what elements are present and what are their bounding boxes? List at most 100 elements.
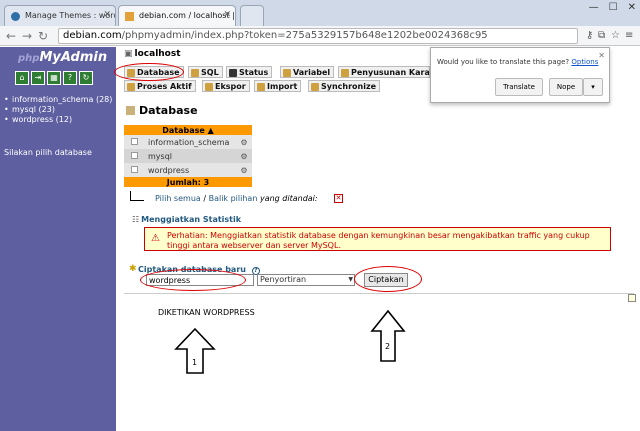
translate-bubble: Would you like to translate this page? O…	[430, 47, 610, 103]
page-title: Database	[126, 104, 198, 117]
url-host: debian.com	[63, 30, 122, 41]
arrow-1-label: 1	[192, 358, 197, 367]
chevron-down-icon: ▼	[348, 276, 353, 283]
row-checkbox[interactable]	[124, 149, 144, 163]
privileges-icon[interactable]: ⚙	[236, 163, 252, 177]
warning-box: ⚠ Perhatian: Menggiatkan statistik datab…	[144, 227, 611, 251]
tab-export[interactable]: Ekspor	[202, 80, 250, 92]
home-icon[interactable]: ⌂	[15, 71, 29, 85]
new-tab-button[interactable]	[240, 5, 264, 26]
browser-tab-phpmyadmin[interactable]: debian.com / localhost | p ✕	[118, 5, 236, 26]
tab-charsets[interactable]: Penyusunan Kara	[338, 66, 430, 78]
arrow-2-label: 2	[385, 342, 390, 351]
close-icon[interactable]: ✕	[103, 10, 111, 20]
tab-status[interactable]: Status	[226, 66, 273, 78]
db-link-wordpress[interactable]: wordpress (12)	[4, 115, 112, 125]
select-all-link[interactable]: Pilih semua	[155, 194, 201, 203]
processes-icon	[127, 83, 135, 91]
synchronize-icon	[311, 83, 319, 91]
reload-icon[interactable]: ↻	[38, 29, 48, 43]
translate-options-link[interactable]: Options	[571, 58, 598, 66]
server-breadcrumb[interactable]: ▣ localhost	[124, 49, 181, 59]
database-icon	[126, 106, 135, 115]
reload-nav-icon[interactable]: ↻	[79, 71, 93, 85]
db-link-information-schema[interactable]: information_schema (28)	[4, 95, 112, 105]
tab-label: debian.com / localhost | p	[139, 11, 236, 20]
status-icon	[229, 69, 237, 77]
tab-sql[interactable]: SQL	[188, 66, 223, 78]
database-table: Database ▲ information_schema ⚙ mysql ⚙ …	[124, 125, 252, 187]
back-arrow-icon[interactable]: ←	[6, 29, 16, 43]
server-icon: ▣	[124, 49, 133, 59]
translate-button[interactable]: Translate	[495, 78, 543, 96]
translate-question: Would you like to translate this page? O…	[437, 58, 599, 66]
variables-icon	[283, 69, 291, 77]
nope-button[interactable]: Nope	[549, 78, 583, 96]
maximize-icon[interactable]: ☐	[609, 2, 618, 16]
statistics-icon: ☷	[132, 215, 140, 224]
tab-processes[interactable]: Proses Aktif	[124, 80, 196, 92]
new-database-icon: ✱	[129, 264, 137, 274]
pma-logo[interactable]: phpMyAdmin	[18, 50, 107, 65]
translate-icon[interactable]: ⧉	[598, 30, 605, 41]
sort-up-icon: ▲	[207, 125, 214, 135]
annotation-arrow-up-1-icon: 1	[174, 327, 216, 374]
drop-icon[interactable]: ✕	[334, 194, 343, 203]
phpmyadmin-favicon-icon	[125, 12, 134, 21]
privileges-icon[interactable]: ⚙	[236, 149, 252, 163]
annotation-oval-name-input	[140, 269, 246, 291]
tab-variables[interactable]: Variabel	[280, 66, 335, 78]
logout-icon[interactable]: ⇥	[31, 71, 45, 85]
url-path: /phpmyadmin/index.php?token=275a5329157b…	[121, 30, 488, 41]
table-total: Jumlah: 3	[124, 177, 252, 187]
window-controls: — ☐ ✕	[589, 2, 636, 16]
open-new-window-icon[interactable]	[628, 294, 636, 302]
tab-import[interactable]: Import	[254, 80, 302, 92]
sql-query-icon[interactable]: ▦	[47, 71, 61, 85]
annotation-note: DIKETIKAN WORDPRESS	[158, 308, 255, 317]
unselect-all-link[interactable]: Balik pilihan	[209, 194, 258, 203]
table-row: mysql ⚙	[124, 149, 252, 163]
chevron-down-icon: ▾	[591, 83, 595, 91]
database-list: information_schema (28) mysql (23) wordp…	[4, 95, 112, 125]
db-name-link[interactable]: mysql	[144, 149, 236, 163]
privileges-icon[interactable]: ⚙	[236, 135, 252, 149]
enable-statistics-link[interactable]: ☷ Menggiatkan Statistik	[132, 215, 241, 224]
close-window-icon[interactable]: ✕	[628, 2, 636, 16]
row-checkbox[interactable]	[124, 135, 144, 149]
collation-select[interactable]: Penyortiran ▼	[257, 274, 355, 286]
db-name-link[interactable]: wordpress	[144, 163, 236, 177]
browser-toolbar: ← → ↻ debian.com/phpmyadmin/index.php?to…	[0, 26, 640, 46]
charsets-icon	[341, 69, 349, 77]
minimize-icon[interactable]: —	[589, 2, 599, 16]
annotation-oval-create-button	[354, 266, 422, 292]
browser-tab-manage-themes[interactable]: Manage Themes : wordp ✕	[4, 5, 116, 26]
table-row: information_schema ⚙	[124, 135, 252, 149]
divider	[124, 293, 634, 294]
tab-synchronize[interactable]: Synchronize	[308, 80, 381, 92]
menu-icon[interactable]: ≡	[625, 30, 633, 41]
export-icon	[205, 83, 213, 91]
annotation-arrow-up-2-icon: 2	[370, 309, 406, 362]
nope-dropdown[interactable]: ▾	[583, 78, 603, 96]
annotation-oval-database-tab	[114, 63, 184, 81]
db-name-link[interactable]: information_schema	[144, 135, 236, 149]
docs-icon[interactable]: ?	[63, 71, 77, 85]
pma-navigation: phpMyAdmin ⌂ ⇥ ▦ ? ↻ information_schema …	[0, 47, 116, 431]
tab-label: Manage Themes : wordp	[25, 11, 116, 20]
db-link-mysql[interactable]: mysql (23)	[4, 105, 112, 115]
select-database-hint: Silakan pilih database	[4, 148, 92, 157]
row-checkbox[interactable]	[124, 163, 144, 177]
star-icon[interactable]: ☆	[611, 30, 620, 41]
sql-icon	[191, 69, 199, 77]
nav-icons: ⌂ ⇥ ▦ ? ↻	[15, 71, 93, 85]
close-icon[interactable]: ✕	[598, 51, 605, 60]
close-icon[interactable]: ✕	[223, 10, 231, 20]
select-arrow-icon	[130, 191, 144, 201]
forward-arrow-icon[interactable]: →	[22, 29, 32, 43]
address-bar[interactable]: debian.com/phpmyadmin/index.php?token=27…	[58, 28, 578, 44]
key-icon[interactable]: ⚷	[586, 30, 593, 41]
pma-main: ▣ localhost Database SQL Status Variabel …	[114, 47, 640, 431]
with-selected-label: yang ditandai:	[259, 194, 318, 203]
column-header-database[interactable]: Database ▲	[124, 125, 252, 135]
